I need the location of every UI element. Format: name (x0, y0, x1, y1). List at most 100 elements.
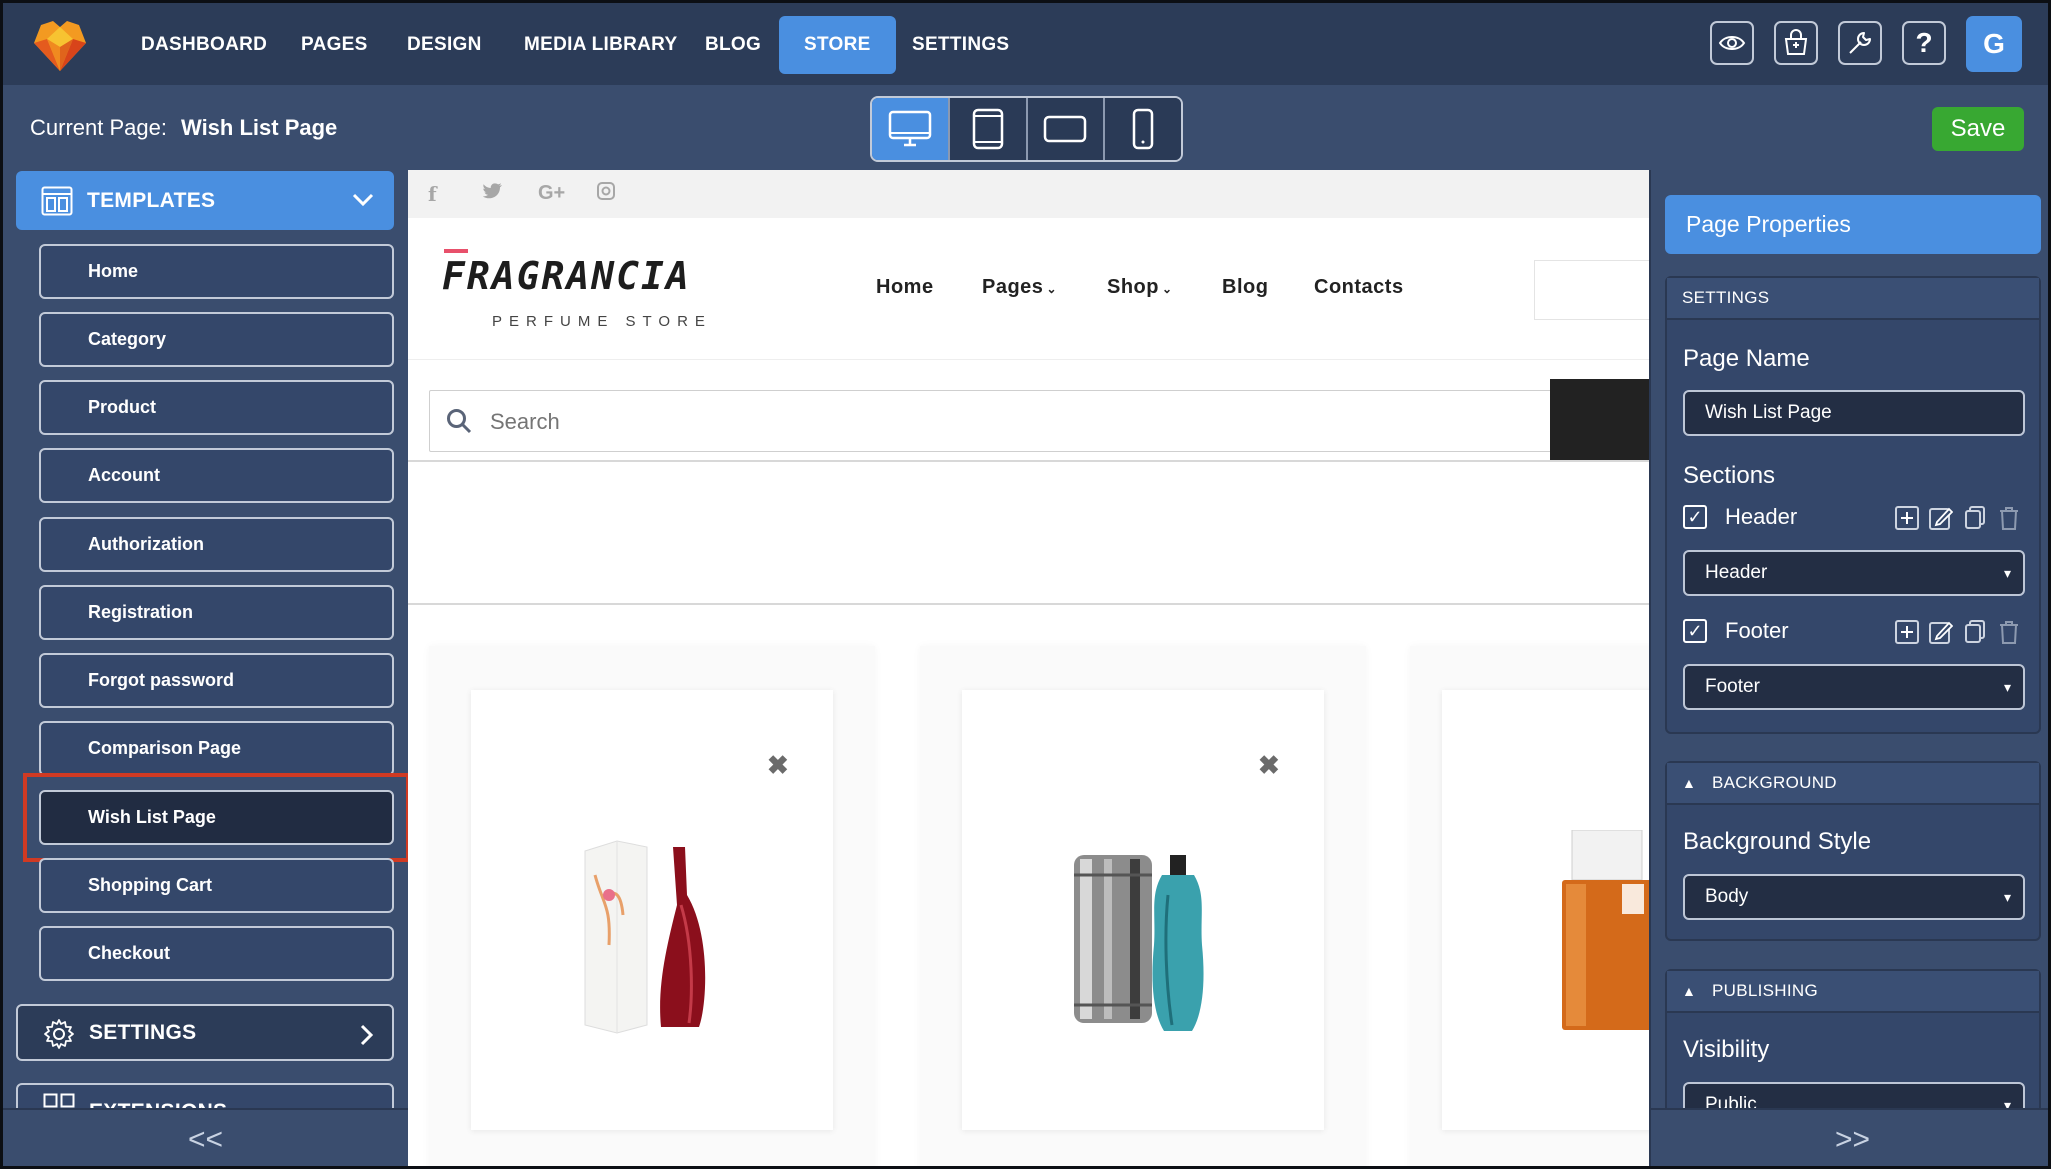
trash-icon[interactable] (1997, 506, 2021, 530)
chevron-down-icon: ▾ (2003, 889, 2011, 905)
header-section-name: Header (1725, 504, 1798, 529)
trash-icon[interactable] (1997, 620, 2021, 644)
help-icon: ? (1915, 27, 1933, 58)
current-page-value: Wish List Page (181, 115, 338, 140)
search-icon (447, 409, 472, 434)
product-image-frame[interactable]: ✖ (962, 690, 1324, 1130)
page-name-field[interactable]: Wish List Page (1683, 390, 2025, 436)
templates-section-header[interactable]: TEMPLATES (16, 171, 394, 230)
template-item-category[interactable]: Category (39, 312, 394, 367)
footer-section-name: Footer (1725, 618, 1789, 643)
product-image-frame[interactable] (1442, 690, 1649, 1130)
gear-icon (44, 1019, 74, 1049)
publishing-box-header[interactable]: ▲ PUBLISHING (1667, 971, 2039, 1013)
user-avatar[interactable]: G (1966, 16, 2022, 72)
header-select[interactable]: Header ▾ (1683, 550, 2025, 596)
instagram-icon[interactable] (597, 182, 615, 200)
wishlist-product-card (1410, 646, 1649, 1166)
expand-panel-button[interactable]: >> (1651, 1108, 2048, 1166)
preview-search-input[interactable] (490, 409, 1390, 435)
app-logo-icon[interactable] (31, 17, 89, 73)
tools-button[interactable] (1838, 21, 1882, 65)
preview-nav-contacts[interactable]: Contacts (1314, 276, 1404, 299)
template-item-account[interactable]: Account (39, 448, 394, 503)
preview-search-field[interactable] (429, 390, 1554, 452)
wishlist-product-card: ✖ (429, 646, 875, 1166)
visibility-label: Visibility (1683, 1036, 1770, 1063)
page-name-label: Page Name (1683, 345, 1810, 372)
preview-brand-subtitle: PERFUME STORE (492, 313, 712, 330)
sections-label: Sections (1683, 462, 1776, 489)
facebook-icon[interactable]: f (428, 182, 437, 206)
product-image-frame[interactable]: ✖ (471, 690, 833, 1130)
edit-icon[interactable] (1929, 506, 1953, 530)
templates-title: TEMPLATES (87, 189, 216, 212)
preview-nav-blog[interactable]: Blog (1222, 276, 1268, 299)
store-button[interactable] (1774, 21, 1818, 65)
top-navigation-bar: DASHBOARD PAGES DESIGN MEDIA LIBRARY BLO… (3, 3, 2048, 85)
help-button[interactable]: ? (1902, 21, 1946, 65)
collapse-sidebar-button[interactable]: << (3, 1108, 408, 1166)
template-item-product[interactable]: Product (39, 380, 394, 435)
preview-button[interactable] (1710, 21, 1754, 65)
nav-media-library[interactable]: MEDIA LIBRARY (514, 16, 687, 74)
template-item-authorization[interactable]: Authorization (39, 517, 394, 572)
chevron-down-icon: ▾ (2003, 679, 2011, 695)
duplicate-icon[interactable] (1963, 620, 1987, 644)
nav-dashboard[interactable]: DASHBOARD (131, 16, 277, 74)
desktop-icon (888, 110, 932, 147)
page-preview-canvas[interactable]: f G+ FRAGRANCIA PERFUME STORE Home Pages… (408, 170, 1649, 1166)
twitter-icon[interactable] (483, 182, 503, 200)
add-icon[interactable] (1895, 506, 1919, 530)
template-item-home[interactable]: Home (39, 244, 394, 299)
preview-brand-logo[interactable]: FRAGRANCIA (442, 254, 691, 298)
mobile-icon (1132, 108, 1154, 150)
nav-store[interactable]: STORE (779, 16, 896, 74)
header-section-checkbox[interactable]: ✓ (1683, 505, 1707, 529)
preview-search-button[interactable] (1550, 379, 1649, 461)
template-item-forgot-password[interactable]: Forgot password (39, 653, 394, 708)
wrench-icon (1849, 32, 1871, 54)
background-style-select[interactable]: Body ▾ (1683, 874, 2025, 920)
current-page-label: Current Page: (30, 115, 167, 140)
nav-settings[interactable]: SETTINGS (902, 16, 1019, 74)
settings-section-header[interactable]: SETTINGS (16, 1004, 394, 1061)
device-tablet-landscape-button[interactable] (1027, 98, 1106, 160)
page-properties-title: Page Properties (1665, 195, 2041, 254)
kenzo-perfume-image (584, 840, 706, 1034)
settings-box-header[interactable]: SETTINGS (1667, 278, 2039, 320)
device-desktop-button[interactable] (872, 98, 950, 160)
template-item-checkout[interactable]: Checkout (39, 926, 394, 981)
page-properties-panel: Page Properties SETTINGS Page Name Wish … (1649, 170, 2048, 1166)
app-window: DASHBOARD PAGES DESIGN MEDIA LIBRARY BLO… (0, 0, 2051, 1169)
google-plus-icon[interactable]: G+ (538, 182, 565, 205)
caret-up-icon: ▲ (1682, 983, 1697, 999)
save-button[interactable]: Save (1932, 107, 2024, 151)
settings-title: SETTINGS (89, 1021, 197, 1044)
template-item-shopping-cart[interactable]: Shopping Cart (39, 858, 394, 913)
nav-design[interactable]: DESIGN (397, 16, 492, 74)
device-mobile-button[interactable] (1105, 98, 1181, 160)
preview-nav-home[interactable]: Home (876, 276, 934, 299)
preview-nav-pages[interactable]: Pages ⌄ (982, 276, 1057, 299)
remove-item-icon[interactable]: ✖ (1258, 750, 1280, 781)
edit-icon[interactable] (1929, 620, 1953, 644)
template-item-registration[interactable]: Registration (39, 585, 394, 640)
nav-pages[interactable]: PAGES (291, 16, 378, 74)
background-box-header[interactable]: ▲ BACKGROUND (1667, 763, 2039, 805)
brand-accent-bar (444, 249, 468, 253)
remove-item-icon[interactable]: ✖ (767, 750, 789, 781)
template-item-comparison-page[interactable]: Comparison Page (39, 721, 394, 776)
divider (408, 359, 1649, 360)
chevron-down-icon: ⌄ (1162, 282, 1173, 296)
duplicate-icon[interactable] (1963, 506, 1987, 530)
device-tablet-portrait-button[interactable] (949, 98, 1028, 160)
clinique-happy-perfume-image (1562, 830, 1649, 1030)
footer-section-checkbox[interactable]: ✓ (1683, 619, 1707, 643)
footer-select[interactable]: Footer ▾ (1683, 664, 2025, 710)
add-icon[interactable] (1895, 620, 1919, 644)
chevron-down-icon (352, 193, 374, 207)
templates-icon (41, 186, 73, 216)
nav-blog[interactable]: BLOG (695, 16, 771, 74)
preview-nav-shop[interactable]: Shop ⌄ (1107, 276, 1173, 299)
